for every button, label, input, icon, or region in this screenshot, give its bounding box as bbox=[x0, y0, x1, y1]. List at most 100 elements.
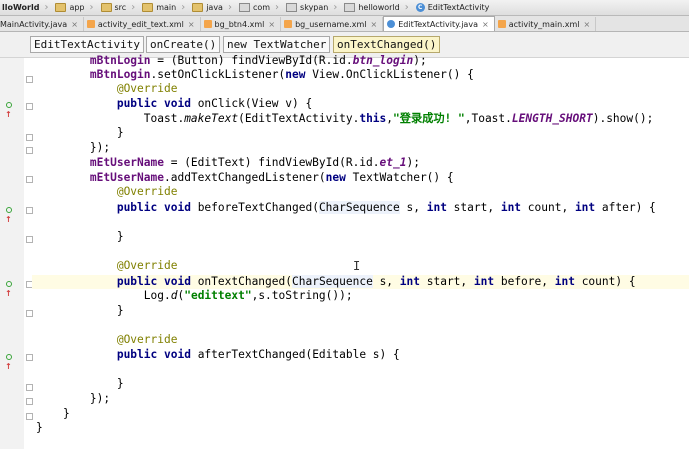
code-line: public void afterTextChanged(Editable s)… bbox=[116, 348, 400, 361]
breadcrumb-app[interactable]: app › bbox=[53, 0, 98, 15]
breadcrumb-java[interactable]: java › bbox=[190, 0, 237, 15]
code-line: mBtnLogin = (Button) findViewById(R.id.b… bbox=[89, 54, 427, 67]
fold-marker-icon[interactable] bbox=[26, 147, 33, 154]
class-icon: C bbox=[415, 3, 425, 12]
fold-marker-icon[interactable] bbox=[26, 134, 33, 141]
nav-current-method[interactable]: onTextChanged() bbox=[333, 36, 441, 53]
fold-marker-icon[interactable] bbox=[26, 207, 33, 214]
tab-label: activity_main.xml bbox=[508, 19, 580, 29]
chevron-right-icon: › bbox=[89, 2, 94, 13]
breadcrumb-class[interactable]: C EditTextActivity bbox=[414, 0, 492, 15]
code-editor[interactable]: ↑ ↑ ↑ ↑ mBtnLogin = (Button) findViewByI… bbox=[0, 54, 689, 449]
fold-marker-icon[interactable] bbox=[26, 76, 33, 83]
package-icon bbox=[286, 3, 298, 12]
code-line: public void beforeTextChanged(CharSequen… bbox=[116, 201, 656, 214]
nav-anonymous-class[interactable]: new TextWatcher bbox=[223, 36, 331, 53]
fold-marker-icon[interactable] bbox=[26, 384, 33, 391]
breadcrumb-label: com bbox=[252, 3, 271, 12]
fold-marker-icon[interactable] bbox=[26, 398, 33, 405]
breadcrumb-project[interactable]: lloWorld › bbox=[0, 0, 53, 15]
nav-class[interactable]: EditTextActivity bbox=[30, 36, 144, 53]
navigation-breadcrumb: lloWorld › app › src › main › java › com… bbox=[0, 0, 689, 16]
chevron-right-icon: › bbox=[275, 2, 280, 13]
code-line: @Override bbox=[116, 333, 178, 346]
breadcrumb-label: EditTextActivity bbox=[427, 3, 490, 12]
code-line: } bbox=[36, 230, 124, 243]
fold-marker-icon[interactable] bbox=[26, 413, 33, 420]
folder-icon bbox=[100, 3, 112, 12]
close-icon[interactable]: × bbox=[482, 20, 489, 29]
code-line: }); bbox=[36, 141, 111, 154]
mouse-text-cursor: I bbox=[353, 259, 361, 273]
folder-icon bbox=[55, 3, 67, 12]
nav-method[interactable]: onCreate() bbox=[146, 36, 221, 53]
code-line: Log.d("edittext",s.toString()); bbox=[36, 289, 353, 302]
fold-marker-icon[interactable] bbox=[26, 354, 33, 361]
code-line: } bbox=[36, 421, 43, 434]
override-marker-icon[interactable]: ↑ bbox=[5, 100, 16, 119]
code-line: }); bbox=[36, 392, 111, 405]
override-marker-icon[interactable]: ↑ bbox=[5, 205, 16, 224]
fold-marker-icon[interactable] bbox=[26, 176, 33, 183]
code-line: public void onClick(View v) { bbox=[116, 97, 313, 110]
folder-icon bbox=[192, 3, 204, 12]
tab-bg-username-xml[interactable]: bg_username.xml × bbox=[281, 17, 384, 31]
tab-bg-btn4-xml[interactable]: bg_btn4.xml × bbox=[201, 17, 282, 31]
chevron-right-icon: › bbox=[181, 2, 186, 13]
tab-label: bg_btn4.xml bbox=[214, 19, 265, 29]
package-icon bbox=[238, 3, 250, 12]
tab-activity-edit-text-xml[interactable]: activity_edit_text.xml × bbox=[84, 17, 201, 31]
editor-tabs: MainActivity.java × activity_edit_text.x… bbox=[0, 16, 689, 32]
code-line: } bbox=[36, 126, 124, 139]
editor-gutter[interactable] bbox=[0, 58, 25, 449]
folder-icon bbox=[142, 3, 154, 12]
chevron-right-icon: › bbox=[333, 2, 338, 13]
close-icon[interactable]: × bbox=[583, 20, 590, 29]
breadcrumb-helloworld[interactable]: helloworld › bbox=[342, 0, 413, 15]
fold-marker-icon[interactable] bbox=[26, 103, 33, 110]
breadcrumb-label: java bbox=[206, 3, 223, 12]
tab-activity-main-xml[interactable]: activity_main.xml × bbox=[495, 17, 597, 31]
close-icon[interactable]: × bbox=[268, 20, 275, 29]
breadcrumb-skypan[interactable]: skypan › bbox=[284, 0, 342, 15]
code-line: } bbox=[36, 377, 124, 390]
code-line-current: public void onTextChanged(CharSequence s… bbox=[32, 275, 689, 289]
breadcrumb-label: src bbox=[114, 3, 127, 12]
breadcrumb-main[interactable]: main › bbox=[140, 0, 190, 15]
code-line: mBtnLogin.setOnClickListener(new View.On… bbox=[89, 68, 474, 81]
close-icon[interactable]: × bbox=[371, 20, 378, 29]
breadcrumb-src[interactable]: src › bbox=[99, 0, 141, 15]
code-line: @Override bbox=[116, 82, 178, 95]
tab-label: EditTextActivity.java bbox=[398, 19, 478, 29]
class-icon bbox=[387, 20, 396, 28]
breadcrumb-label: main bbox=[156, 3, 177, 12]
breadcrumb-label: skypan bbox=[300, 3, 329, 12]
code-line: } bbox=[36, 304, 124, 317]
code-line: @Override bbox=[116, 185, 178, 198]
code-line: mEtUserName = (EditText) findViewById(R.… bbox=[89, 156, 420, 169]
close-icon[interactable]: × bbox=[71, 20, 78, 29]
breadcrumb-label: helloworld bbox=[358, 3, 400, 12]
tab-mainactivity-java[interactable]: MainActivity.java × bbox=[0, 17, 84, 31]
code-line: Toast.makeText(EditTextActivity.this,"登录… bbox=[36, 112, 654, 125]
code-line: mEtUserName.addTextChangedListener(new T… bbox=[89, 171, 454, 184]
override-marker-icon[interactable]: ↑ bbox=[5, 352, 16, 371]
fold-marker-icon[interactable] bbox=[26, 310, 33, 317]
override-marker-icon[interactable]: ↑ bbox=[5, 279, 16, 298]
code-line: } bbox=[36, 407, 70, 420]
chevron-right-icon: › bbox=[404, 2, 409, 13]
fold-marker-icon[interactable] bbox=[26, 236, 33, 243]
code-line: @Override bbox=[116, 259, 178, 272]
tab-edittextactivity-java[interactable]: EditTextActivity.java × bbox=[383, 16, 495, 31]
breadcrumb-com[interactable]: com › bbox=[237, 0, 284, 15]
xml-file-icon bbox=[284, 20, 293, 28]
tab-label: bg_username.xml bbox=[295, 19, 367, 29]
breadcrumb-label: app bbox=[69, 3, 85, 12]
xml-file-icon bbox=[497, 20, 506, 28]
tab-label: MainActivity.java bbox=[0, 19, 68, 29]
breadcrumb-label: lloWorld bbox=[2, 3, 40, 12]
tab-label: activity_edit_text.xml bbox=[97, 19, 184, 29]
chevron-right-icon: › bbox=[131, 2, 136, 13]
chevron-right-icon: › bbox=[44, 2, 49, 13]
close-icon[interactable]: × bbox=[188, 20, 195, 29]
